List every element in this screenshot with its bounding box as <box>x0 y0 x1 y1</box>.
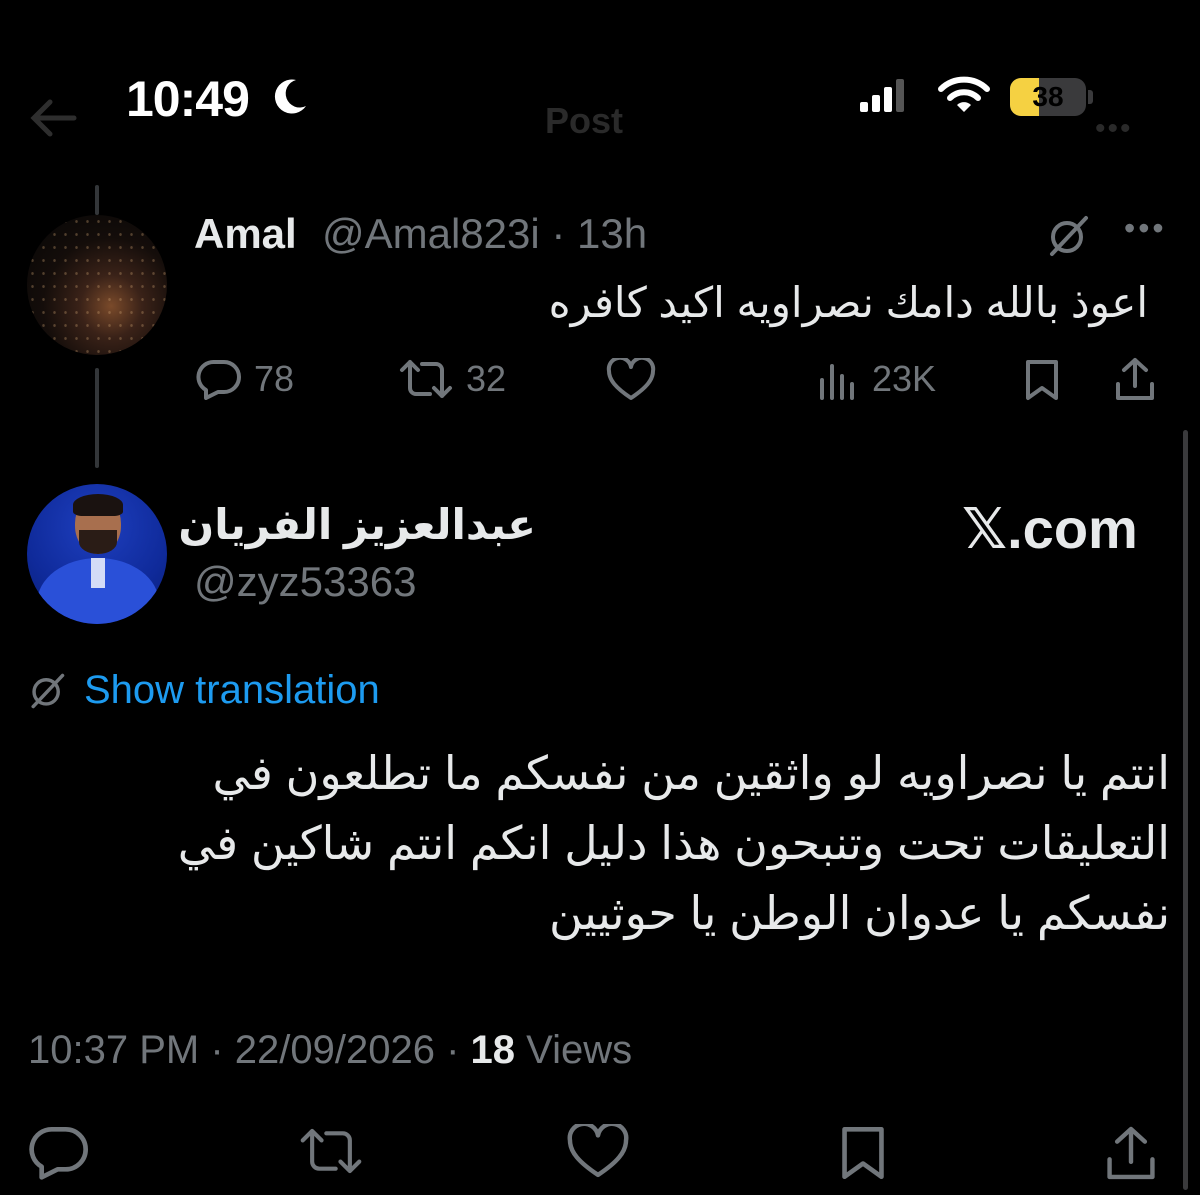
status-time: 10:49 <box>126 71 250 127</box>
tweet-meta: 10:37 PM · 22/09/2026 · 18 Views <box>28 1028 632 1073</box>
bookmark-icon <box>842 1126 884 1180</box>
views-button[interactable]: 23K <box>818 358 936 400</box>
views-icon <box>820 364 854 400</box>
like-icon <box>606 358 656 400</box>
author-handle[interactable]: @zyz53363 <box>194 558 416 606</box>
wifi-icon <box>938 76 990 116</box>
views-count: 23K <box>872 358 937 399</box>
author-name[interactable]: Amal <box>194 210 297 258</box>
reply-icon <box>29 1126 88 1180</box>
grok-icon <box>31 673 65 708</box>
header-title: Post <box>545 100 624 141</box>
show-translation-label[interactable]: Show translation <box>84 668 380 713</box>
reply-button[interactable] <box>28 1124 90 1180</box>
x-com-watermark: 𝕏.com <box>962 497 1138 560</box>
repost-count: 32 <box>466 358 507 399</box>
tweet-text: انتم يا نصراويه لو واثقين من نفسكم ما تط… <box>177 747 1170 939</box>
moon-icon <box>266 74 312 120</box>
scrollbar[interactable] <box>1183 430 1188 1190</box>
tweet-text: اعوذ بالله دامك نصراويه اكيد كافره <box>548 279 1148 326</box>
share-icon <box>1107 1126 1155 1180</box>
bookmark-button[interactable] <box>836 1124 890 1182</box>
bookmark-icon <box>1026 360 1058 400</box>
views-label: Views <box>515 1028 633 1072</box>
repost-button[interactable] <box>298 1124 364 1178</box>
thread-line-top <box>95 185 99 215</box>
reply-icon <box>196 359 241 400</box>
share-icon <box>1116 358 1154 400</box>
battery-indicator: 38 <box>1010 78 1086 116</box>
reply-button[interactable]: 78 <box>196 358 294 400</box>
header-more-icon[interactable]: ••• <box>1095 112 1133 146</box>
views-count: 18 <box>470 1028 516 1072</box>
battery-tip <box>1088 90 1093 104</box>
like-icon <box>567 1124 629 1178</box>
cellular-signal-icon <box>858 78 908 114</box>
author-handle-time[interactable]: @Amal823i · 13h <box>322 210 647 258</box>
repost-icon <box>300 1128 362 1174</box>
tweet-timestamp: 10:37 PM · 22/09/2026 · <box>28 1028 471 1072</box>
thread-line <box>95 368 99 468</box>
more-icon[interactable]: ••• <box>1124 210 1167 247</box>
grok-icon[interactable] <box>1046 214 1090 258</box>
avatar[interactable] <box>27 484 167 624</box>
bookmark-button[interactable] <box>1022 358 1062 402</box>
like-button[interactable] <box>566 1124 630 1180</box>
like-button[interactable] <box>606 358 656 402</box>
show-translation-link[interactable]: Show translation <box>28 668 380 713</box>
reply-count: 78 <box>254 358 295 399</box>
share-button[interactable] <box>1114 356 1156 402</box>
share-button[interactable] <box>1104 1124 1158 1182</box>
repost-icon <box>400 360 452 398</box>
author-name[interactable]: عبدالعزيز الفريان <box>178 500 536 549</box>
avatar[interactable] <box>27 215 167 355</box>
back-arrow-icon[interactable] <box>28 98 78 138</box>
repost-button[interactable]: 32 <box>398 358 506 400</box>
battery-level: 38 <box>1032 81 1064 112</box>
